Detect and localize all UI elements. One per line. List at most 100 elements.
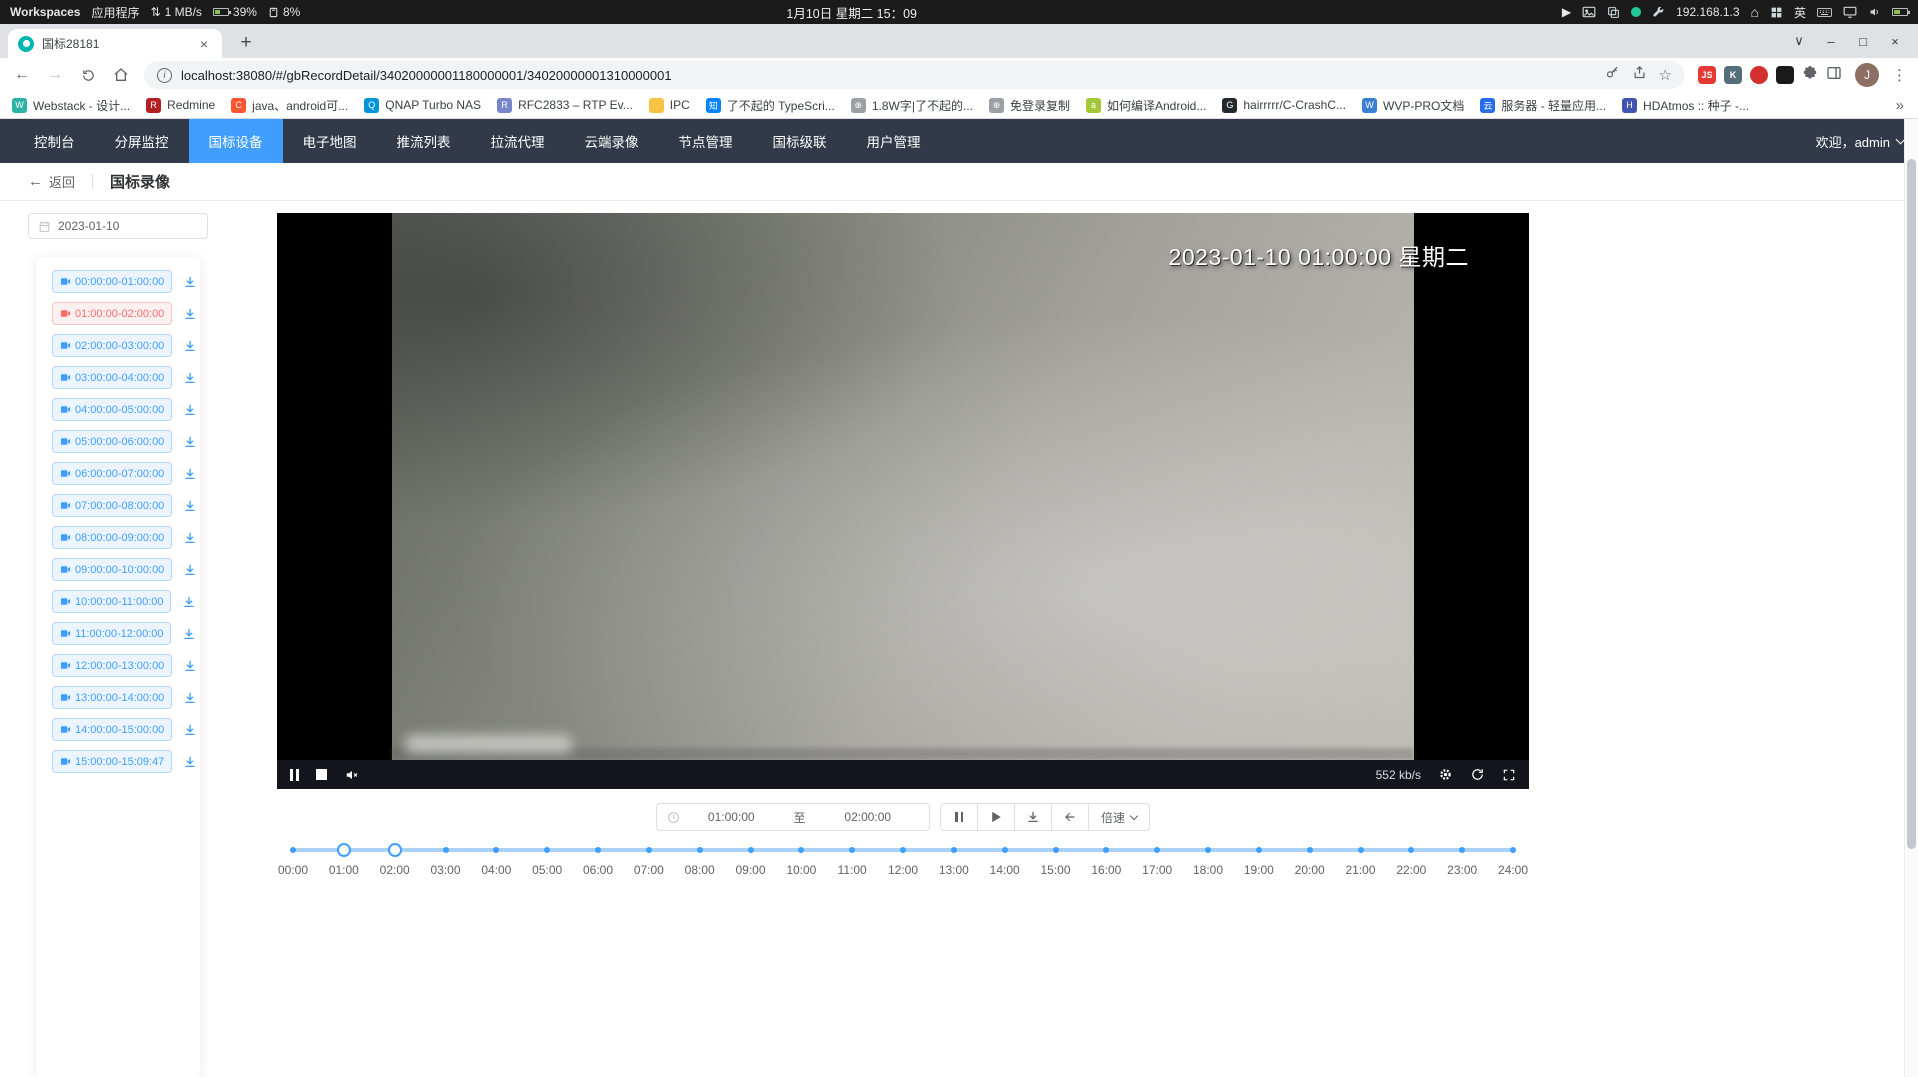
segment-button-1[interactable]: 01:00:00-02:00:00 (52, 302, 172, 325)
timeline-stop-dot-16[interactable] (1103, 847, 1109, 853)
timeline-stop-dot-17[interactable] (1154, 847, 1160, 853)
new-tab-button[interactable]: + (232, 32, 260, 54)
video-player[interactable]: 2023-01-10 01:00:00 星期二 (277, 213, 1529, 760)
bookmark-item-11[interactable]: WWVP-PRO文档 (1362, 97, 1464, 114)
segment-download-icon[interactable] (183, 307, 197, 321)
segment-button-4[interactable]: 04:00:00-05:00:00 (52, 398, 172, 421)
fullscreen-icon[interactable] (1502, 768, 1516, 782)
segment-button-14[interactable]: 14:00:00-15:00:00 (52, 718, 172, 741)
segment-download-icon[interactable] (183, 659, 197, 673)
timeline-stop-dot-7[interactable] (646, 847, 652, 853)
nav-item-1[interactable]: 分屏监控 (95, 119, 189, 163)
browser-reload-icon[interactable] (78, 68, 98, 83)
bookmark-item-10[interactable]: Ghairrrrr/C-CrashC... (1222, 98, 1346, 113)
segment-download-icon[interactable] (183, 563, 197, 577)
bookmark-item-5[interactable]: IPC (649, 98, 690, 113)
pause-button[interactable] (940, 803, 978, 831)
extension-icon[interactable] (1776, 66, 1794, 84)
nav-item-4[interactable]: 推流列表 (377, 119, 471, 163)
bookmark-item-6[interactable]: 知了不起的 TypeScri... (706, 97, 835, 114)
play-icon[interactable]: ▶ (1562, 5, 1571, 19)
url-text[interactable]: localhost:38080/#/gbRecordDetail/3402000… (181, 68, 1596, 83)
timeline-handle-start[interactable] (337, 843, 351, 857)
timeline-stop-dot-6[interactable] (595, 847, 601, 853)
pause-icon[interactable] (290, 769, 299, 781)
timeline-stop-dot-24[interactable] (1510, 847, 1516, 853)
browser-home-icon[interactable] (111, 67, 131, 83)
segment-button-13[interactable]: 13:00:00-14:00:00 (52, 686, 172, 709)
ip-address[interactable]: 192.168.1.3 (1676, 5, 1739, 19)
bookmark-item-13[interactable]: HHDAtmos :: 种子 -... (1622, 97, 1749, 114)
scrollbar-thumb[interactable] (1907, 159, 1916, 849)
profile-avatar[interactable]: J (1855, 63, 1879, 87)
extensions-puzzle-icon[interactable] (1802, 65, 1818, 86)
date-picker-input[interactable]: 2023-01-10 (28, 213, 208, 239)
segment-download-icon[interactable] (183, 723, 197, 737)
bookmark-item-9[interactable]: a如何编译Android... (1086, 97, 1206, 114)
segment-download-icon[interactable] (183, 403, 197, 417)
back-button[interactable]: ← 返回 (28, 172, 75, 191)
nav-item-5[interactable]: 拉流代理 (471, 119, 565, 163)
time-range-picker[interactable]: 01:00:00 至 02:00:00 (656, 803, 930, 831)
url-omnibox[interactable]: i localhost:38080/#/gbRecordDetail/34020… (144, 61, 1685, 89)
timeline-stop-dot-11[interactable] (849, 847, 855, 853)
nav-item-2[interactable]: 国标设备 (189, 119, 283, 163)
tab-close-icon[interactable]: × (196, 36, 212, 52)
browser-menu-icon[interactable]: ⋮ (1892, 66, 1906, 84)
password-key-icon[interactable] (1605, 65, 1620, 85)
extension-icon[interactable]: JS (1698, 66, 1716, 84)
segment-download-icon[interactable] (182, 595, 196, 609)
timeline-stop-dot-5[interactable] (544, 847, 550, 853)
segment-download-icon[interactable] (183, 371, 197, 385)
mute-icon[interactable] (344, 768, 360, 782)
bookmark-item-12[interactable]: 云服务器 - 轻量应用... (1480, 97, 1606, 114)
segment-button-10[interactable]: 10:00:00-11:00:00 (52, 590, 171, 613)
speed-dropdown-button[interactable]: 倍速 (1088, 803, 1150, 831)
segment-download-icon[interactable] (183, 531, 197, 545)
bookmark-item-7[interactable]: ⊕1.8W字|了不起的... (851, 97, 973, 114)
input-language-indicator[interactable]: 英 (1794, 4, 1806, 21)
bookmark-item-8[interactable]: ⊕免登录复制 (989, 97, 1070, 114)
battery-tray-icon[interactable] (1892, 8, 1908, 16)
status-circle-icon[interactable] (1631, 7, 1641, 17)
timeline-stop-dot-4[interactable] (493, 847, 499, 853)
workspace-grid-icon[interactable] (1770, 6, 1783, 19)
timeline-stop-dot-18[interactable] (1205, 847, 1211, 853)
taskbar-clock[interactable]: 1月10日 星期二 15：09 (786, 0, 917, 24)
segment-button-7[interactable]: 07:00:00-08:00:00 (52, 494, 172, 517)
refresh-icon[interactable] (1470, 767, 1485, 782)
wrench-icon[interactable] (1652, 6, 1665, 19)
share-icon[interactable] (1632, 65, 1647, 85)
nav-item-6[interactable]: 云端录像 (565, 119, 659, 163)
bookmarks-overflow-icon[interactable]: » (1896, 97, 1904, 114)
segment-button-11[interactable]: 11:00:00-12:00:00 (52, 622, 171, 645)
volume-icon[interactable] (1868, 6, 1881, 18)
segment-button-2[interactable]: 02:00:00-03:00:00 (52, 334, 172, 357)
segment-button-15[interactable]: 15:00:00-15:09:47 (52, 750, 172, 773)
segment-button-5[interactable]: 05:00:00-06:00:00 (52, 430, 172, 453)
home-icon[interactable]: ⌂ (1751, 4, 1759, 20)
timeline-stop-dot-8[interactable] (697, 847, 703, 853)
extension-icon[interactable]: K (1724, 66, 1742, 84)
screenshot-icon[interactable] (1582, 6, 1596, 18)
browser-forward-icon[interactable]: → (45, 66, 65, 84)
window-close-button[interactable]: × (1880, 34, 1910, 49)
timeline-stop-dot-14[interactable] (1002, 847, 1008, 853)
timeline-track[interactable] (293, 843, 1513, 857)
timeline-stop-dot-10[interactable] (798, 847, 804, 853)
segment-button-8[interactable]: 08:00:00-09:00:00 (52, 526, 172, 549)
download-button[interactable] (1014, 803, 1052, 831)
extension-icon[interactable] (1750, 66, 1768, 84)
segment-button-0[interactable]: 00:00:00-01:00:00 (52, 270, 172, 293)
bookmark-item-4[interactable]: RRFC2833 – RTP Ev... (497, 98, 633, 113)
nav-item-0[interactable]: 控制台 (14, 119, 95, 163)
bookmark-item-1[interactable]: RRedmine (146, 98, 215, 113)
tab-search-icon[interactable]: ∨ (1784, 33, 1814, 49)
timeline-stop-dot-12[interactable] (900, 847, 906, 853)
nav-item-8[interactable]: 国标级联 (753, 119, 847, 163)
segment-download-icon[interactable] (183, 339, 197, 353)
window-minimize-button[interactable]: – (1816, 34, 1846, 49)
segment-button-9[interactable]: 09:00:00-10:00:00 (52, 558, 172, 581)
keyboard-icon[interactable] (1817, 7, 1832, 18)
segment-download-icon[interactable] (183, 435, 197, 449)
